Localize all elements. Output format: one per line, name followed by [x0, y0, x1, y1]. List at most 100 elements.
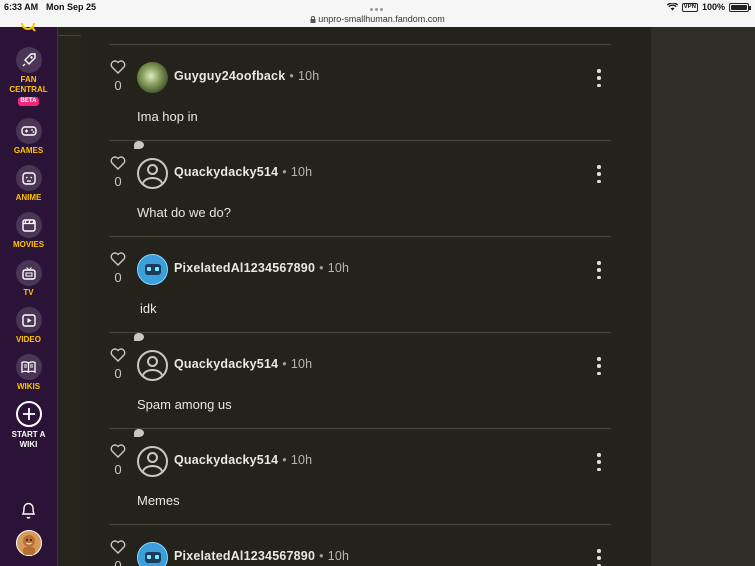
timestamp: 10h — [327, 261, 350, 275]
beta-badge: BETA — [17, 97, 40, 106]
like-count: 0 — [114, 270, 122, 285]
reply-meta: Guyguy24oofback • 10h — [174, 69, 320, 83]
like-button[interactable]: 0 — [110, 252, 126, 285]
avatar[interactable] — [137, 158, 168, 189]
plus-icon — [15, 401, 42, 427]
battery-percent: 100% — [701, 2, 725, 12]
more-options-icon[interactable] — [596, 261, 602, 279]
rail-item-anime[interactable]: ANIME — [0, 165, 57, 203]
reply-item: 0 Quackydacky514 • 10h Memes — [110, 428, 611, 524]
more-options-icon[interactable] — [596, 357, 602, 375]
rail-item-label: GAMES — [13, 146, 44, 155]
like-count: 0 — [114, 174, 122, 189]
avatar[interactable] — [137, 350, 168, 381]
reply-text: What do we do? — [137, 205, 231, 220]
reply-text: Ima hop in — [137, 109, 198, 124]
rail-item-label-2: CENTRAL — [9, 85, 48, 94]
notifications-bell-icon[interactable] — [21, 501, 36, 520]
username[interactable]: Quackydacky514 — [174, 165, 278, 179]
timestamp: 10h — [290, 165, 313, 179]
heart-icon — [110, 348, 126, 362]
timestamp: 10h — [327, 549, 350, 563]
reply-text: Memes — [137, 493, 180, 508]
more-options-icon[interactable] — [596, 549, 602, 566]
avatar[interactable] — [137, 254, 168, 285]
speech-badge-icon — [134, 141, 144, 149]
status-time: 6:33 AM — [4, 2, 39, 12]
lock-icon — [310, 16, 316, 23]
rocket-icon — [15, 47, 42, 73]
reply-item: 0 Quackydacky514 • 10h What do we do? — [110, 140, 611, 236]
reply-text: idk — [140, 301, 157, 316]
rail-item-games[interactable]: GAMES — [0, 118, 57, 156]
reply-item: 0 Guyguy24oofback • 10h Ima hop in — [110, 44, 611, 140]
rail-item-wikis[interactable]: WIKIS — [0, 354, 57, 392]
heart-icon — [110, 444, 126, 458]
speech-badge-icon — [134, 429, 144, 437]
username[interactable]: Quackydacky514 — [174, 453, 278, 467]
more-options-icon[interactable] — [596, 453, 602, 471]
like-count: 0 — [114, 462, 122, 477]
like-button[interactable]: 0 — [110, 60, 126, 93]
right-gutter — [651, 27, 755, 566]
like-button[interactable]: 0 — [110, 348, 126, 381]
rail-item-label: START A — [11, 430, 46, 439]
multitasking-dots-icon[interactable] — [370, 3, 386, 11]
username[interactable]: PixelatedAl1234567890 — [174, 549, 315, 563]
user-avatar[interactable] — [16, 530, 42, 556]
status-date: Mon Sep 25 — [46, 2, 97, 12]
wifi-icon — [666, 3, 678, 11]
battery-icon — [729, 2, 751, 12]
reply-item: 0 PixelatedAl1234567890 • 10h idk — [110, 236, 611, 332]
tv-icon — [15, 260, 42, 286]
more-options-icon[interactable] — [596, 165, 602, 183]
timestamp: 10h — [290, 357, 313, 371]
timestamp: 10h — [297, 69, 320, 83]
username[interactable]: Guyguy24oofback — [174, 69, 285, 83]
reply-meta: PixelatedAl1234567890 • 10h — [174, 549, 350, 563]
status-bar: 6:33 AM Mon Sep 25 unpro-smallhuman.fand… — [0, 0, 755, 27]
rail-item-start-a-wiki[interactable]: START A WIKI — [0, 401, 57, 450]
rail-item-label: WIKIS — [16, 382, 41, 391]
reply-meta: PixelatedAl1234567890 • 10h — [174, 261, 350, 275]
like-count: 0 — [114, 78, 122, 93]
heart-icon — [110, 540, 126, 554]
like-button[interactable]: 0 — [110, 444, 126, 477]
avatar[interactable] — [137, 62, 168, 93]
heart-icon — [110, 156, 126, 170]
rail-item-video[interactable]: VIDEO — [0, 307, 57, 345]
reply-meta: Quackydacky514 • 10h — [174, 357, 313, 371]
rail-item-label: MOVIES — [12, 240, 45, 249]
wiki-side-strip — [57, 27, 82, 566]
rail-item-label: ANIME — [15, 193, 42, 202]
address-bar[interactable]: unpro-smallhuman.fandom.com — [0, 14, 755, 24]
reply-item: 0 Quackydacky514 • 10h Spam among us — [110, 332, 611, 428]
url-text: unpro-smallhuman.fandom.com — [318, 14, 445, 24]
search-icon[interactable] — [20, 23, 36, 33]
rail-item-fan-central[interactable]: FAN CENTRAL BETA — [0, 47, 57, 106]
reply-meta: Quackydacky514 • 10h — [174, 453, 313, 467]
play-icon — [15, 307, 42, 333]
rail-item-label: VIDEO — [16, 335, 41, 344]
reply-text: Spam among us — [137, 397, 232, 412]
like-count: 0 — [114, 558, 122, 566]
timestamp: 10h — [290, 453, 313, 467]
book-icon — [15, 354, 42, 380]
like-count: 0 — [114, 366, 122, 381]
replies-column: 0 Guyguy24oofback • 10h Ima hop in 0 Quack… — [81, 27, 651, 566]
more-options-icon[interactable] — [596, 69, 602, 87]
like-button[interactable]: 0 — [110, 156, 126, 189]
username[interactable]: PixelatedAl1234567890 — [174, 261, 315, 275]
rail-item-tv[interactable]: TV — [0, 260, 57, 298]
rail-item-label-2: WIKI — [19, 440, 38, 449]
reply-meta: Quackydacky514 • 10h — [174, 165, 313, 179]
avatar[interactable] — [137, 542, 168, 566]
avatar[interactable] — [137, 446, 168, 477]
username[interactable]: Quackydacky514 — [174, 357, 278, 371]
fandom-global-nav: FAN CENTRAL BETA GAMES ANIME MOVIES TV V… — [0, 23, 57, 566]
speech-badge-icon — [134, 333, 144, 341]
heart-icon — [110, 252, 126, 266]
rail-item-movies[interactable]: MOVIES — [0, 212, 57, 250]
like-button[interactable]: 0 — [110, 540, 126, 566]
anime-face-icon — [15, 165, 42, 191]
